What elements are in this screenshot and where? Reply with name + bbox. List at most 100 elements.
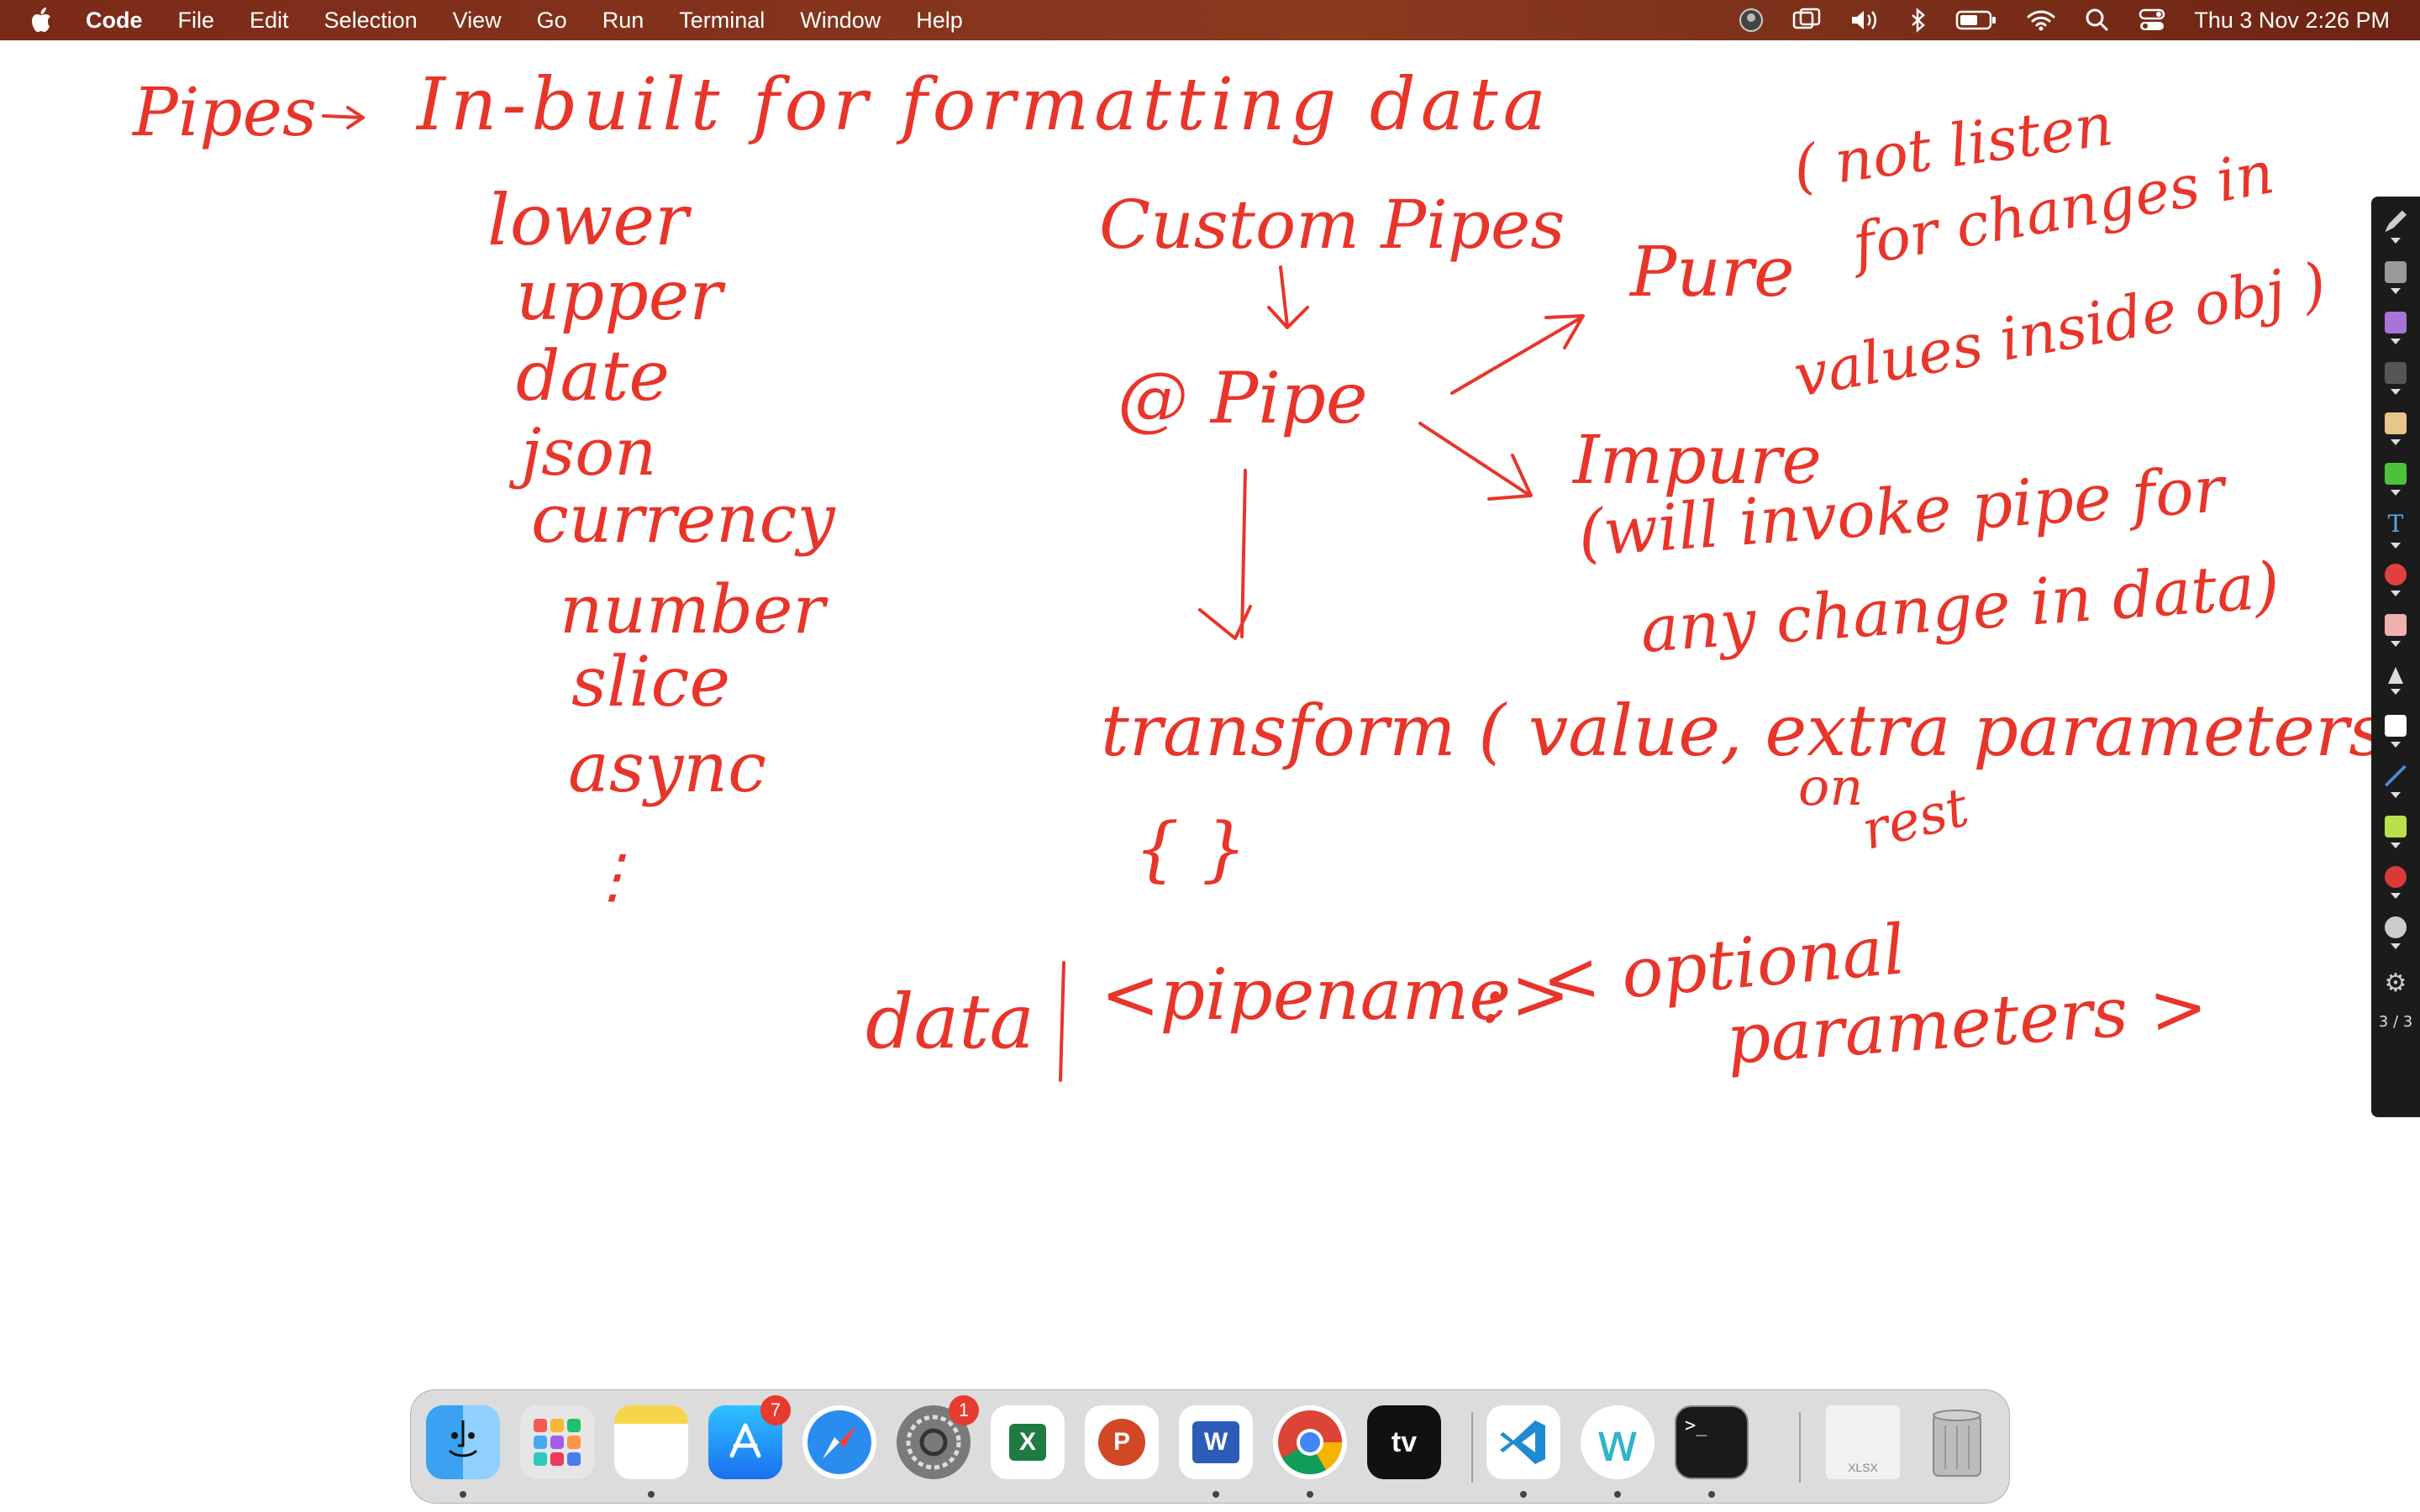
app-store-icon: [729, 1423, 761, 1458]
dock-safari[interactable]: [802, 1405, 876, 1479]
app-store-badge: 7: [760, 1395, 791, 1425]
finder-icon: [448, 1420, 478, 1457]
menu-edit[interactable]: Edit: [250, 8, 289, 34]
word-icon: W: [1192, 1421, 1239, 1463]
menubar-clock[interactable]: Thu 3 Nov 2:26 PM: [2194, 8, 2390, 34]
pen-icon[interactable]: [2379, 202, 2412, 252]
dock-system-preferences[interactable]: 1: [897, 1395, 979, 1479]
builtin-pipe-number: number: [560, 570, 825, 648]
volume-icon[interactable]: [1849, 6, 1881, 34]
chrome-icon: [1278, 1410, 1343, 1475]
dock-vscode[interactable]: [1486, 1405, 1560, 1479]
excel-icon: X: [1009, 1424, 1046, 1461]
dock-xlsx-file[interactable]: XLSX: [1826, 1405, 1900, 1479]
menu-view[interactable]: View: [453, 8, 502, 34]
builtin-pipe-upper: upper: [516, 256, 723, 336]
transform-note-on: on: [1798, 756, 1864, 817]
highlighter-icon[interactable]: [2379, 302, 2412, 353]
dock-webex[interactable]: w: [1581, 1405, 1655, 1479]
builtin-pipe-currency: currency: [531, 480, 835, 558]
menu-go[interactable]: Go: [537, 8, 567, 34]
dock-app-store[interactable]: 7: [708, 1395, 791, 1479]
dock-word[interactable]: W: [1179, 1405, 1253, 1479]
builtin-pipe-async: async: [568, 728, 767, 808]
rectangle-icon[interactable]: [2379, 806, 2412, 857]
pencil-icon[interactable]: [2379, 403, 2412, 454]
menu-selection[interactable]: Selection: [324, 8, 418, 34]
dock-terminal[interactable]: >_: [1675, 1405, 1749, 1479]
dock-chrome-running: [1307, 1491, 1313, 1498]
custom-pipes-down-arrow: [1267, 265, 1309, 329]
heading-inbuilt: In-built for formatting data: [417, 63, 1551, 147]
dock-chrome[interactable]: [1273, 1405, 1347, 1479]
annotation-toolbar: T ⚙ 3 / 3: [2371, 197, 2420, 1117]
screen-mirror-icon[interactable]: [1792, 6, 1821, 34]
dock-word-running: [1213, 1491, 1219, 1498]
dock-separator: [1471, 1412, 1473, 1483]
system-preferences-badge: 1: [949, 1395, 979, 1425]
syntax-data: data: [865, 978, 1035, 1066]
dock-webex-running: [1614, 1491, 1621, 1498]
avatar-icon[interactable]: [1739, 6, 1764, 34]
dock-vscode-running: [1520, 1491, 1527, 1498]
dock-separator-2: [1799, 1412, 1801, 1483]
notes-icon: [614, 1405, 688, 1424]
text-tool-icon[interactable]: T: [2379, 504, 2412, 554]
dock-finder[interactable]: [426, 1405, 500, 1479]
pure-label: Pure: [1630, 233, 1795, 312]
whiteboard-canvas[interactable]: Pipes In-built for formatting data lower…: [0, 40, 2420, 1384]
line-tool-icon[interactable]: [2379, 756, 2412, 806]
spotlight-search-icon[interactable]: [2085, 6, 2110, 34]
camera-icon[interactable]: [2379, 907, 2412, 958]
green-marker-icon[interactable]: [2379, 454, 2412, 504]
apple-tv-icon: tv: [1391, 1425, 1418, 1458]
custom-pipes-label: Custom Pipes: [1099, 186, 1565, 264]
shapes-icon[interactable]: [2379, 554, 2412, 605]
status-area: Thu 3 Nov 2:26 PM: [1739, 0, 2390, 40]
whiteboard-icon[interactable]: [2379, 706, 2412, 756]
dock-trash[interactable]: [1920, 1405, 1994, 1479]
powerpoint-icon: P: [1098, 1419, 1145, 1466]
menu-help[interactable]: Help: [916, 8, 963, 34]
dock-excel[interactable]: X: [991, 1405, 1065, 1479]
menu-file[interactable]: File: [178, 8, 215, 34]
syntax-colon: :: [1481, 957, 1505, 1039]
dock-terminal-running: [1708, 1491, 1715, 1498]
dock-launchpad[interactable]: [520, 1405, 594, 1479]
terminal-icon: >_: [1685, 1415, 1707, 1436]
print-icon[interactable]: [2379, 252, 2412, 302]
menu-app-name[interactable]: Code: [86, 8, 143, 34]
dock: 7 1 X P W tv w >_ XLSX: [410, 1389, 2010, 1504]
bluetooth-icon[interactable]: [1910, 6, 1927, 34]
heading-arrow-stroke: [322, 106, 365, 129]
transform-body-braces: { }: [1134, 807, 1247, 890]
marker-icon[interactable]: [2379, 353, 2412, 403]
dock-notes-running: [648, 1491, 655, 1498]
eraser-icon[interactable]: [2379, 605, 2412, 655]
webex-icon: w: [1596, 1411, 1639, 1473]
battery-icon[interactable]: [1955, 6, 1997, 34]
transform-signature: transform ( value, extra parameters): [1101, 690, 2413, 772]
dock-powerpoint[interactable]: P: [1085, 1405, 1159, 1479]
menu-terminal[interactable]: Terminal: [679, 8, 765, 34]
xlsx-file-icon: XLSX: [1848, 1461, 1878, 1474]
apple-menu-icon[interactable]: [30, 6, 57, 34]
menu-bar: Code File Edit Selection View Go Run Ter…: [0, 0, 2420, 40]
launchpad-icon: [534, 1419, 581, 1466]
dock-notes[interactable]: [614, 1405, 688, 1479]
page-indicator: 3 / 3: [2378, 1013, 2413, 1031]
wifi-icon[interactable]: [2026, 6, 2056, 34]
pointer-icon[interactable]: [2379, 655, 2412, 706]
menu-run[interactable]: Run: [602, 8, 644, 34]
trash-icon: [1933, 1410, 1981, 1477]
record-icon[interactable]: [2379, 857, 2412, 907]
pipe-to-transform-arrow: [1198, 469, 1252, 640]
menu-window[interactable]: Window: [800, 8, 881, 34]
dock-apple-tv[interactable]: tv: [1367, 1405, 1441, 1479]
safari-icon: [808, 1410, 871, 1474]
builtin-pipe-json: json: [521, 415, 657, 491]
builtin-pipe-lower: lower: [487, 179, 689, 261]
control-center-icon[interactable]: [2139, 6, 2165, 34]
builtin-pipe-slice: slice: [571, 643, 730, 722]
settings-icon[interactable]: ⚙: [2379, 958, 2412, 1008]
